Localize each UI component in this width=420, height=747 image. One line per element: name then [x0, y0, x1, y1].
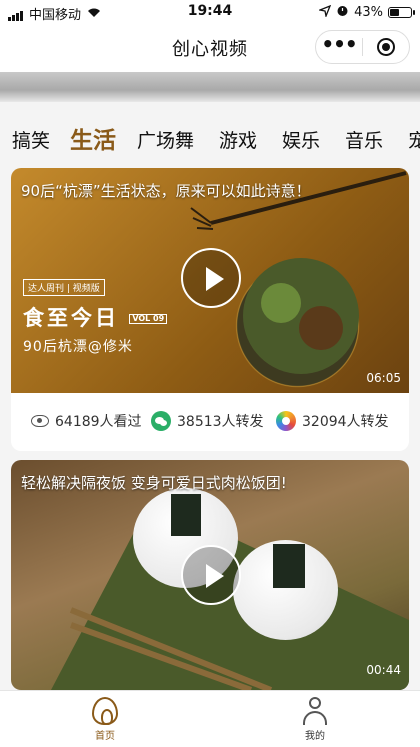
- wechat-icon: [151, 411, 171, 431]
- tabbar-me-label: 我的: [305, 731, 325, 742]
- moments-share-stat[interactable]: 32094人转发: [276, 411, 389, 431]
- tab-pets[interactable]: 宠: [408, 126, 420, 153]
- video-card[interactable]: 90后“杭漂”生活状态，原来可以如此诗意！ 达人周刊 | 视频版 食至今日 VO…: [11, 168, 409, 451]
- battery-icon: [388, 7, 415, 18]
- close-mini-program-button[interactable]: [363, 31, 409, 63]
- play-icon[interactable]: [181, 248, 241, 308]
- video-thumbnail[interactable]: 轻松解决隔夜饭 变身可爱日式肉松饭团! 00:44: [11, 460, 409, 690]
- mini-program-capsule: •••: [315, 30, 410, 64]
- wechat-share-count: 38513人转发: [177, 414, 264, 430]
- tab-square-dance[interactable]: 广场舞: [137, 126, 194, 153]
- video-stats: 64189人看过 38513人转发 32094人转发: [11, 406, 409, 436]
- video-duration: 00:44: [366, 663, 401, 677]
- moments-icon: [276, 411, 296, 431]
- target-icon: [377, 38, 395, 56]
- alarm-icon: [336, 4, 349, 21]
- thumbnail-promo: 达人周刊 | 视频版 食至今日 VOL 09 90后杭漂@修米: [23, 276, 168, 356]
- video-thumbnail[interactable]: 90后“杭漂”生活状态，原来可以如此诗意！ 达人周刊 | 视频版 食至今日 VO…: [11, 168, 409, 393]
- tab-music[interactable]: 音乐: [345, 126, 383, 153]
- play-icon[interactable]: [181, 545, 241, 605]
- tab-entertainment[interactable]: 娱乐: [282, 126, 320, 153]
- nori-strip: [273, 544, 305, 588]
- more-dots-icon: •••: [321, 32, 357, 56]
- status-bar-right: 43%: [317, 4, 415, 21]
- wechat-share-stat[interactable]: 38513人转发: [151, 411, 264, 431]
- nav-bar: 创心视频 •••: [0, 24, 420, 72]
- promo-vol: VOL 09: [129, 313, 168, 325]
- tabbar-home[interactable]: 首页: [65, 697, 145, 742]
- bottom-tab-bar: 首页 我的: [0, 690, 420, 747]
- promo-headline-text: 食至今日: [23, 306, 119, 330]
- tab-games[interactable]: 游戏: [219, 126, 257, 153]
- promo-headline: 食至今日 VOL 09: [23, 302, 168, 332]
- status-bar: 中国移动 19:44 43%: [0, 0, 420, 24]
- tabbar-home-label: 首页: [95, 731, 115, 742]
- eye-icon: [31, 415, 49, 427]
- banner[interactable]: [0, 72, 420, 102]
- tab-life[interactable]: 生活: [70, 121, 116, 155]
- flame-icon: [92, 697, 118, 725]
- category-tabs: 搞笑 生活 广场舞 游戏 娱乐 音乐 宠: [0, 116, 420, 160]
- views-count: 64189人看过: [55, 414, 142, 430]
- more-button[interactable]: •••: [316, 31, 362, 63]
- tab-funny[interactable]: 搞笑: [12, 126, 50, 153]
- battery-fill: [390, 9, 400, 16]
- battery-percentage: 43%: [354, 5, 383, 20]
- promo-tag: 达人周刊 | 视频版: [23, 279, 105, 296]
- video-title: 90后“杭漂”生活状态，原来可以如此诗意！: [21, 182, 311, 200]
- location-icon: [317, 4, 332, 21]
- video-card[interactable]: 轻松解决隔夜饭 变身可爱日式肉松饭团! 00:44: [11, 460, 409, 690]
- tabbar-me[interactable]: 我的: [275, 697, 355, 742]
- nori-strip: [171, 494, 201, 536]
- views-stat: 64189人看过: [31, 411, 142, 431]
- person-icon: [301, 697, 329, 725]
- video-duration: 06:05: [366, 371, 401, 385]
- promo-subtitle: 90后杭漂@修米: [23, 339, 133, 355]
- video-title: 轻松解决隔夜饭 变身可爱日式肉松饭团!: [21, 474, 287, 492]
- moments-share-count: 32094人转发: [302, 414, 389, 430]
